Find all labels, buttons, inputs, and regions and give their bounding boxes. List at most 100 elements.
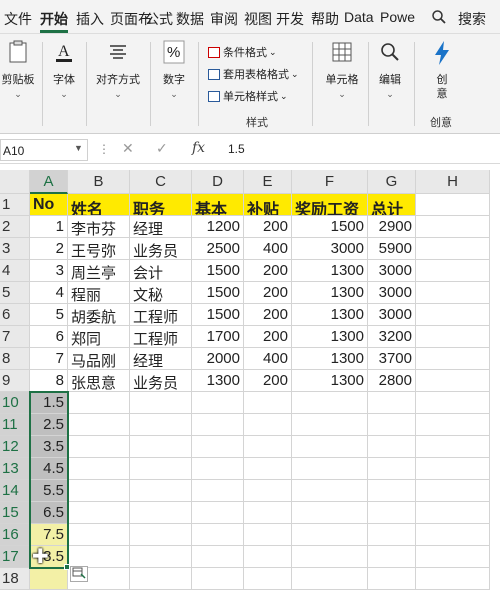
table-cell[interactable] xyxy=(244,392,292,414)
table-cell[interactable]: 1500 xyxy=(192,260,244,282)
table-cell[interactable]: 200 xyxy=(244,326,292,348)
table-cell[interactable] xyxy=(192,480,244,502)
table-cell[interactable]: 业务员 xyxy=(130,370,192,392)
header-cell[interactable]: 奖励工资 xyxy=(292,194,368,216)
row-header[interactable]: 16 xyxy=(0,524,30,546)
table-cell[interactable] xyxy=(130,502,192,524)
table-cell[interactable] xyxy=(292,414,368,436)
table-cell[interactable]: 经理 xyxy=(130,216,192,238)
table-cell[interactable] xyxy=(130,392,192,414)
table-cell[interactable] xyxy=(30,568,68,590)
tab-help[interactable]: 帮助 xyxy=(311,9,339,29)
table-cell[interactable] xyxy=(292,546,368,568)
table-cell[interactable] xyxy=(416,414,490,436)
table-cell[interactable] xyxy=(244,568,292,590)
table-cell[interactable]: 周兰亭 xyxy=(68,260,130,282)
table-cell[interactable] xyxy=(130,458,192,480)
table-cell[interactable] xyxy=(368,458,416,480)
table-cell[interactable] xyxy=(192,436,244,458)
table-cell[interactable] xyxy=(68,524,130,546)
column-header[interactable]: A xyxy=(30,170,68,194)
table-cell[interactable]: 200 xyxy=(244,370,292,392)
selected-cell[interactable]: 3.5 xyxy=(30,436,68,458)
table-cell[interactable] xyxy=(192,524,244,546)
table-cell[interactable] xyxy=(68,436,130,458)
table-cell[interactable] xyxy=(292,568,368,590)
table-cell[interactable]: 1300 xyxy=(292,348,368,370)
header-cell[interactable]: 基本 xyxy=(192,194,244,216)
table-cell[interactable]: 王号弥 xyxy=(68,238,130,260)
table-cell[interactable] xyxy=(416,194,490,216)
table-cell[interactable] xyxy=(244,480,292,502)
table-cell[interactable] xyxy=(416,436,490,458)
row-header[interactable]: 3 xyxy=(0,238,30,260)
table-cell[interactable]: 马品刚 xyxy=(68,348,130,370)
table-cell[interactable]: 业务员 xyxy=(130,238,192,260)
table-cell[interactable] xyxy=(416,458,490,480)
column-header[interactable]: B xyxy=(68,170,130,194)
table-cell[interactable] xyxy=(368,568,416,590)
row-header[interactable]: 4 xyxy=(0,260,30,282)
table-cell[interactable]: 1200 xyxy=(192,216,244,238)
table-cell[interactable]: 3700 xyxy=(368,348,416,370)
table-cell[interactable] xyxy=(416,216,490,238)
chevron-down-icon[interactable]: ▼ xyxy=(74,143,83,153)
table-cell[interactable] xyxy=(416,480,490,502)
table-cell[interactable] xyxy=(416,238,490,260)
column-header[interactable]: G xyxy=(368,170,416,194)
selected-cell[interactable]: 6.5 xyxy=(30,502,68,524)
table-cell[interactable] xyxy=(68,480,130,502)
tab-home[interactable]: 开始 xyxy=(40,9,68,29)
tab-review[interactable]: 审阅 xyxy=(210,9,238,29)
table-cell[interactable] xyxy=(68,546,130,568)
table-cell[interactable]: 1500 xyxy=(292,216,368,238)
row-header[interactable]: 5 xyxy=(0,282,30,304)
more-icon[interactable]: ⋮ xyxy=(98,142,110,156)
table-cell[interactable] xyxy=(416,546,490,568)
table-cell[interactable]: 1300 xyxy=(292,260,368,282)
table-cell[interactable] xyxy=(416,348,490,370)
table-cell[interactable] xyxy=(416,260,490,282)
column-header[interactable]: D xyxy=(192,170,244,194)
table-cell[interactable]: 1300 xyxy=(292,282,368,304)
cell-styles-button[interactable]: 单元格样式 ⌄ xyxy=(208,88,288,104)
table-cell[interactable]: 5900 xyxy=(368,238,416,260)
select-all-corner[interactable] xyxy=(0,170,30,194)
table-cell[interactable]: 郑同 xyxy=(68,326,130,348)
table-cell[interactable]: 2 xyxy=(30,238,68,260)
selected-cell[interactable]: 4.5 xyxy=(30,458,68,480)
number-button[interactable]: % 数字 ⌄ xyxy=(156,40,192,100)
selected-cell[interactable]: 1.5 xyxy=(30,392,68,414)
tab-data[interactable]: 数据 xyxy=(176,9,204,29)
table-cell[interactable]: 2500 xyxy=(192,238,244,260)
table-cell[interactable]: 3000 xyxy=(292,238,368,260)
row-header[interactable]: 18 xyxy=(0,568,30,590)
insert-function-icon[interactable]: fx xyxy=(192,140,205,156)
table-cell[interactable]: 6 xyxy=(30,326,68,348)
column-header[interactable]: C xyxy=(130,170,192,194)
table-cell[interactable]: 工程师 xyxy=(130,304,192,326)
table-cell[interactable] xyxy=(130,414,192,436)
check-icon[interactable]: ✓ xyxy=(156,140,168,157)
table-cell[interactable] xyxy=(368,480,416,502)
table-cell[interactable] xyxy=(368,414,416,436)
table-cell[interactable] xyxy=(68,414,130,436)
header-cell[interactable]: No xyxy=(30,194,68,216)
table-cell[interactable] xyxy=(130,568,192,590)
format-as-table-button[interactable]: 套用表格格式 ⌄ xyxy=(208,66,299,82)
table-cell[interactable]: 400 xyxy=(244,348,292,370)
tab-view[interactable]: 视图 xyxy=(244,9,272,29)
formula-input[interactable]: 1.5 xyxy=(228,142,245,156)
table-cell[interactable] xyxy=(68,392,130,414)
alignment-button[interactable]: 对齐方式 ⌄ xyxy=(92,40,144,100)
table-cell[interactable] xyxy=(130,524,192,546)
tab-data-en[interactable]: Data xyxy=(344,9,374,25)
table-cell[interactable]: 400 xyxy=(244,238,292,260)
table-cell[interactable] xyxy=(244,524,292,546)
table-cell[interactable]: 3000 xyxy=(368,282,416,304)
quick-analysis-icon[interactable] xyxy=(70,566,88,582)
cancel-icon[interactable]: ✕ xyxy=(122,140,134,157)
table-cell[interactable]: 3200 xyxy=(368,326,416,348)
table-cell[interactable]: 8 xyxy=(30,370,68,392)
table-cell[interactable] xyxy=(416,304,490,326)
